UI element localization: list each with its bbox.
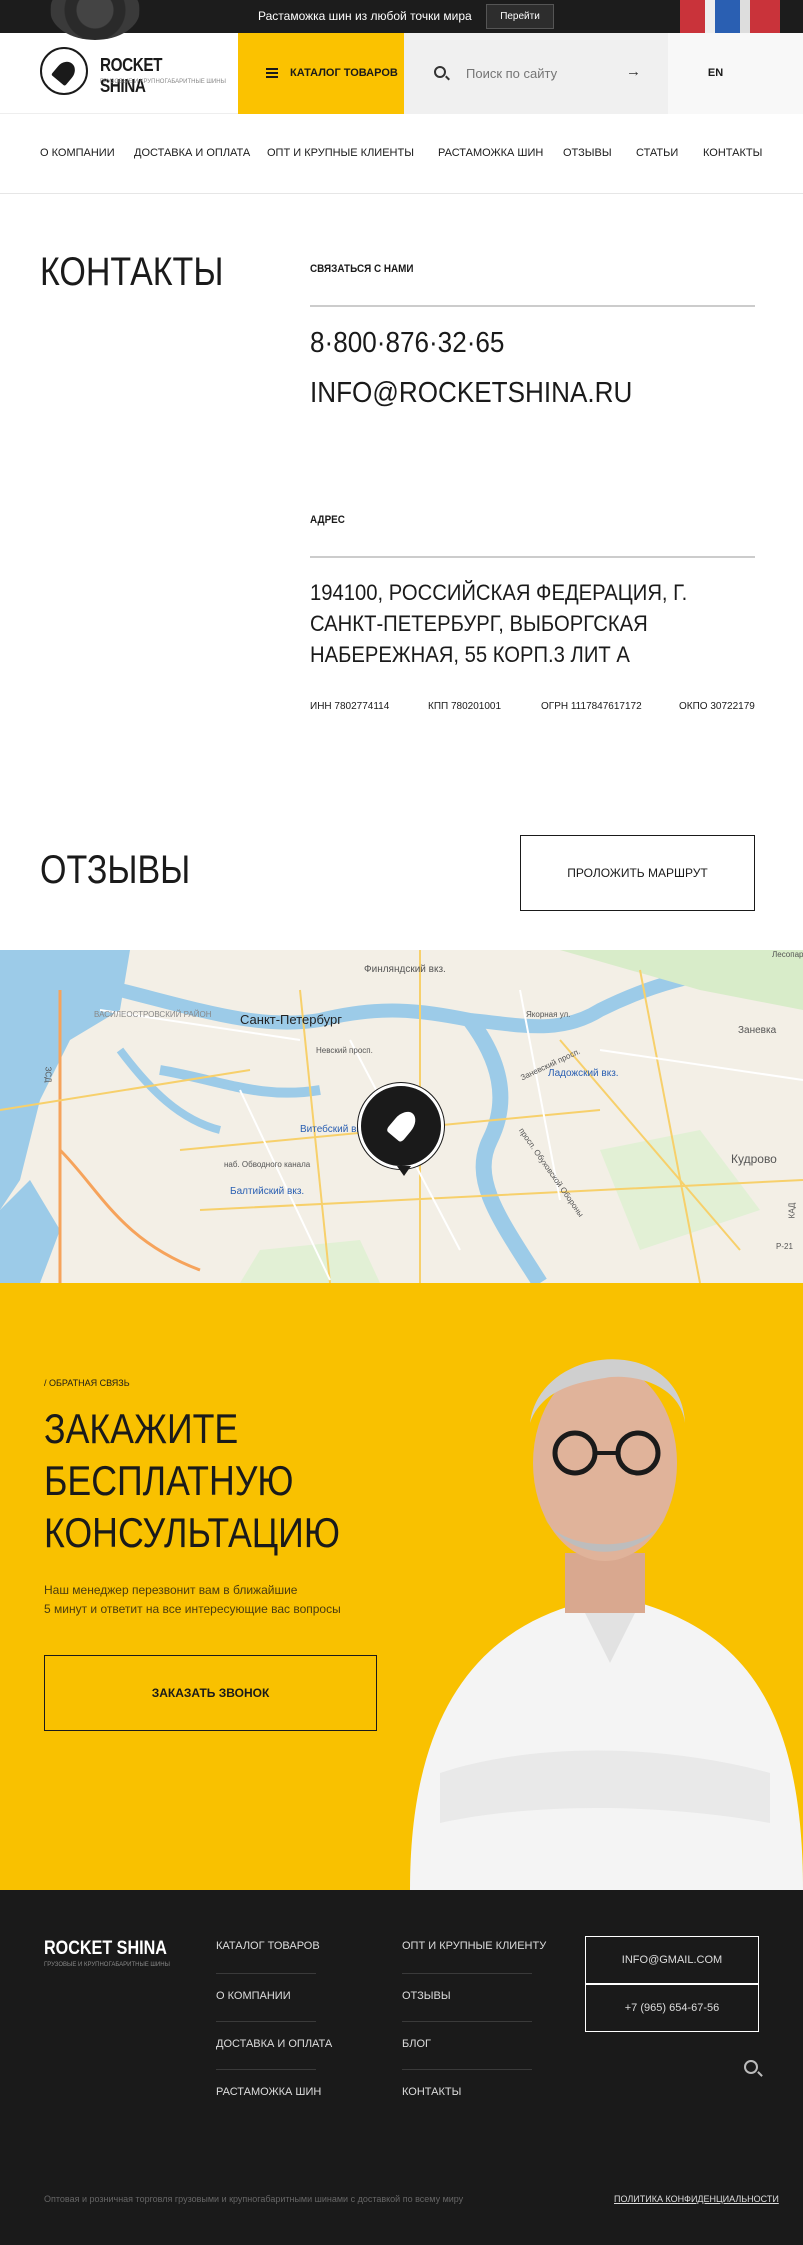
footer-link-delivery[interactable]: ДОСТАВКА И ОПЛАТА: [216, 2038, 332, 2050]
address-text: 194100, РОССИЙСКАЯ ФЕДЕРАЦИЯ, Г. САНКТ-П…: [310, 580, 688, 667]
divider: [402, 2069, 532, 2070]
inn-text: ИНН 7802774114: [310, 701, 390, 712]
divider: [310, 305, 755, 307]
footer-link-wholesale[interactable]: ОПТ И КРУПНЫЕ КЛИЕНТУ: [402, 1940, 546, 1952]
footer-link-reviews[interactable]: ОТЗЫВЫ: [402, 1990, 451, 2002]
order-call-button[interactable]: ЗАКАЗАТЬ ЗВОНОК: [44, 1655, 377, 1731]
map-label-kad: КАД: [787, 1202, 797, 1219]
logo[interactable]: ROCKET SHINA ГРУЗОВЫЕ И КРУПНОГАБАРИТНЫЕ…: [40, 47, 226, 97]
main-nav: О КОМПАНИИ ДОСТАВКА И ОПЛАТА ОПТ И КРУПН…: [0, 114, 803, 194]
email-link[interactable]: INFO@ROCKETSHINA.RU: [310, 377, 632, 410]
phone-link[interactable]: 8·800·876·32·65: [310, 327, 504, 360]
cta-desc-line: 5 минут и ответит на все интересующие ва…: [44, 1602, 341, 1616]
divider: [402, 1973, 532, 1974]
catalog-label: КАТАЛОГ ТОВАРОВ: [290, 67, 398, 79]
footer-logo[interactable]: ROCKET SHINA: [44, 1938, 167, 1960]
top-banner: Растаможка шин из любой точки мира Перей…: [0, 0, 803, 40]
nav-item-delivery[interactable]: ДОСТАВКА И ОПЛАТА: [134, 147, 250, 159]
footer-email-button[interactable]: INFO@GMAIL.COM: [585, 1936, 759, 1984]
footer-link-catalog[interactable]: КАТАЛОГ ТОВАРОВ: [216, 1940, 320, 1952]
consultation-section: / ОБРАТНАЯ СВЯЗЬ ЗАКАЖИТЕ БЕСПЛАТНУЮ КОН…: [0, 1283, 803, 1890]
footer-link-blog[interactable]: БЛОГ: [402, 2038, 431, 2050]
banner-go-button[interactable]: Перейти: [486, 4, 554, 29]
banner-text: Растаможка шин из любой точки мира: [258, 9, 472, 23]
nav-item-about[interactable]: О КОМПАНИИ: [40, 147, 115, 159]
page-title: КОНТАКТЫ: [40, 250, 224, 294]
menu-icon: [266, 68, 278, 78]
cta-desc-line: Наш менеджер перезвонит вам в ближайшие: [44, 1583, 298, 1597]
search-icon: [434, 66, 446, 78]
cta-kicker: / ОБРАТНАЯ СВЯЗЬ: [44, 1378, 130, 1388]
map-label-spb: Санкт-Петербург: [240, 1012, 342, 1027]
divider: [216, 2021, 316, 2022]
contact-label: СВЯЗАТЬСЯ С НАМИ: [310, 263, 414, 275]
divider: [216, 2069, 316, 2070]
nav-item-contacts[interactable]: КОНТАКТЫ: [703, 147, 762, 159]
map-label-obvod: наб. Обводного канала: [224, 1160, 311, 1169]
route-button[interactable]: ПРОЛОЖИТЬ МАРШРУТ: [520, 835, 755, 911]
kpp-text: КПП 780201001: [428, 701, 502, 712]
cta-description: Наш менеджер перезвонит вам в ближайшие …: [44, 1581, 364, 1619]
map-label-balt: Балтийский вкз.: [230, 1186, 305, 1197]
map-label-zanevka: Заневка: [738, 1025, 777, 1036]
nav-item-wholesale[interactable]: ОПТ И КРУПНЫЕ КЛИЕНТЫ: [267, 147, 414, 159]
map-label-kudrovo: Кудрово: [731, 1152, 777, 1166]
search-icon[interactable]: [744, 2060, 758, 2074]
address-label: АДРЕС: [310, 514, 345, 526]
map-label-zsd: ЗСД: [43, 1066, 53, 1083]
language-switch[interactable]: EN: [668, 33, 803, 114]
map-label-yakor: Якорная ул.: [526, 1010, 571, 1019]
nav-item-customs[interactable]: РАСТАМОЖКА ШИН: [438, 147, 543, 159]
map-label-finl: Финляндский вкз.: [364, 964, 446, 975]
rocket-badge-icon: [40, 47, 88, 95]
reviews-title: ОТЗЫВЫ: [40, 848, 191, 892]
footer-link-about[interactable]: О КОМПАНИИ: [216, 1990, 291, 2002]
footer-link-contacts[interactable]: КОНТАКТЫ: [402, 2086, 461, 2098]
footer-tagline: Оптовая и розничная торговля грузовыми и…: [44, 2194, 464, 2204]
nav-item-reviews[interactable]: ОТЗЫВЫ: [563, 147, 612, 159]
map-label-p21: Р-21: [776, 1242, 793, 1251]
logo-name: ROCKET SHINA: [100, 55, 163, 96]
ogrn-text: ОГРН 1117847617172: [541, 701, 642, 712]
truck-image: [680, 0, 780, 33]
footer-logo-subtitle: ГРУЗОВЫЕ И КРУПНОГАБАРИТНЫЕ ШИНЫ: [44, 1962, 170, 1968]
site-footer: ROCKET SHINA ГРУЗОВЫЕ И КРУПНОГАБАРИТНЫЕ…: [0, 1890, 803, 2245]
search-box: →: [404, 33, 668, 114]
footer-link-customs[interactable]: РАСТАМОЖКА ШИН: [216, 2086, 321, 2098]
arrow-right-icon[interactable]: →: [626, 63, 641, 80]
nav-item-articles[interactable]: СТАТЬИ: [636, 147, 678, 159]
privacy-policy-link[interactable]: ПОЛИТИКА КОНФИДЕНЦИАЛЬНОСТИ: [614, 2194, 779, 2204]
cta-title: ЗАКАЖИТЕ БЕСПЛАТНУЮ КОНСУЛЬТАЦИЮ: [44, 1405, 340, 1556]
divider: [216, 1973, 316, 1974]
site-header: ROCKET SHINA ГРУЗОВЫЕ И КРУПНОГАБАРИТНЫЕ…: [0, 33, 803, 114]
map-label-vasil: ВАСИЛЕОСТРОВСКИЙ РАЙОН: [94, 1010, 212, 1019]
divider: [310, 556, 755, 558]
map-marker-rocket-icon[interactable]: [358, 1083, 444, 1176]
logo-subtitle: ГРУЗОВЫЕ И КРУПНОГАБАРИТНЫЕ ШИНЫ: [100, 79, 226, 85]
map-label-lesopark: Лесопар: [772, 950, 803, 959]
divider: [402, 2021, 532, 2022]
footer-phone-button[interactable]: +7 (965) 654-67-56: [585, 1984, 759, 2032]
search-input[interactable]: [466, 61, 616, 85]
map-label-nevsky: Невский просп.: [316, 1046, 373, 1055]
catalog-button[interactable]: КАТАЛОГ ТОВАРОВ: [238, 33, 404, 114]
manager-photo: [410, 1359, 803, 1890]
okpo-text: ОКПО 30722179: [679, 701, 755, 712]
map-label-ladozh: Ладожский вкз.: [548, 1068, 619, 1079]
